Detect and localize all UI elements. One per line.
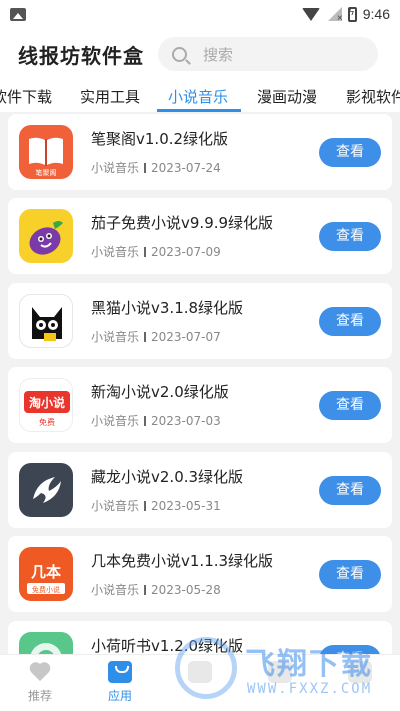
status-time: 9:46 bbox=[362, 6, 390, 22]
tab-comics-anime[interactable]: 漫画动漫 bbox=[257, 86, 317, 107]
app-meta: 小说音乐 2023-05-31 bbox=[91, 497, 221, 514]
eggplant-icon bbox=[19, 209, 73, 263]
nav-label: 推荐 bbox=[27, 689, 52, 703]
search-input[interactable]: 搜索 bbox=[158, 37, 378, 71]
app-name: 黑猫小说v3.1.8绿化版 bbox=[91, 299, 244, 317]
taoshuo-icon-sublabel: 免费 bbox=[39, 417, 55, 427]
app-category: 小说音乐 bbox=[91, 245, 140, 259]
view-button[interactable]: 查看 bbox=[319, 138, 381, 167]
view-button[interactable]: 查看 bbox=[319, 222, 381, 251]
nav-label: 应用 bbox=[107, 689, 132, 703]
view-button[interactable]: 查看 bbox=[319, 476, 381, 505]
app-date: 2023-07-24 bbox=[151, 160, 221, 175]
search-placeholder: 搜索 bbox=[203, 45, 234, 64]
app-date: 2023-07-09 bbox=[151, 244, 221, 259]
taoshuo-icon: 淘小说 免费 bbox=[19, 378, 73, 432]
view-button[interactable]: 查看 bbox=[319, 391, 381, 420]
nav-recommend[interactable]: 推荐 bbox=[10, 661, 70, 704]
app-name: 几本免费小说v1.1.3绿化版 bbox=[91, 552, 274, 570]
watermark-logo bbox=[175, 637, 237, 699]
bag-icon bbox=[108, 661, 132, 683]
app-meta: 小说音乐 2023-07-24 bbox=[91, 159, 221, 176]
app-header: 线报坊软件盒 搜索 bbox=[0, 28, 400, 80]
app-category: 小说音乐 bbox=[91, 583, 140, 597]
app-date: 2023-07-07 bbox=[151, 329, 221, 344]
app-meta: 小说音乐 2023-07-07 bbox=[91, 328, 221, 345]
app-title: 线报坊软件盒 bbox=[18, 43, 144, 68]
app-meta: 小说音乐 2023-07-03 bbox=[91, 412, 221, 429]
app-meta: 小说音乐 2023-07-09 bbox=[91, 243, 221, 260]
status-icons: 9:46 bbox=[301, 6, 390, 24]
jiben-icon: 几本 免费小说 bbox=[19, 547, 73, 601]
app-name: 茄子免费小说v9.9.9绿化版 bbox=[91, 214, 274, 232]
heart-icon bbox=[28, 661, 52, 683]
app-list-item[interactable]: 茄子免费小说v9.9.9绿化版 小说音乐 2023-07-09 查看 bbox=[8, 198, 392, 274]
app-list-item[interactable]: 黑猫小说v3.1.8绿化版 小说音乐 2023-07-07 查看 bbox=[8, 283, 392, 359]
watermark: 飞翔下载 WWW.FXXZ.COM bbox=[175, 625, 395, 711]
taoshuo-icon-label: 淘小说 bbox=[29, 395, 65, 410]
active-tab-indicator bbox=[157, 109, 241, 112]
status-bar: 9:46 bbox=[0, 0, 400, 28]
app-date: 2023-05-28 bbox=[151, 582, 221, 597]
app-category: 小说音乐 bbox=[91, 330, 140, 344]
canglong-icon bbox=[19, 463, 73, 517]
tab-utilities[interactable]: 实用工具 bbox=[80, 86, 140, 107]
watermark-url: WWW.FXXZ.COM bbox=[247, 681, 373, 697]
app-category: 小说音乐 bbox=[91, 499, 140, 513]
wifi-icon bbox=[301, 7, 320, 21]
app-date: 2023-05-31 bbox=[151, 498, 221, 513]
tab-film-tv-software[interactable]: 影视软件 bbox=[346, 86, 400, 107]
battery-charging-icon bbox=[347, 6, 357, 22]
app-list-item[interactable]: 笔聚阁 笔聚阁v1.0.2绿化版 小说音乐 2023-07-24 查看 bbox=[8, 114, 392, 190]
view-button[interactable]: 查看 bbox=[319, 307, 381, 336]
app-name: 新淘小说v2.0绿化版 bbox=[91, 383, 229, 401]
category-tabs: 软件下载 实用工具 小说音乐 漫画动漫 影视软件 bbox=[0, 80, 400, 112]
jiben-icon-label: 几本 bbox=[31, 563, 61, 581]
app-list-item[interactable]: 淘小说 免费 新淘小说v2.0绿化版 小说音乐 2023-07-03 查看 bbox=[8, 367, 392, 443]
book-icon: 笔聚阁 bbox=[19, 125, 73, 179]
app-category: 小说音乐 bbox=[91, 161, 140, 175]
app-list-item[interactable]: 藏龙小说v2.0.3绿化版 小说音乐 2023-05-31 查看 bbox=[8, 452, 392, 528]
tab-software-download[interactable]: 软件下载 bbox=[0, 86, 52, 107]
app-date: 2023-07-03 bbox=[151, 413, 221, 428]
black-cat-icon bbox=[19, 294, 73, 348]
app-name: 藏龙小说v2.0.3绿化版 bbox=[91, 468, 244, 486]
tab-novel-music[interactable]: 小说音乐 bbox=[168, 86, 228, 107]
gallery-notification-icon bbox=[10, 7, 26, 21]
app-name: 笔聚阁v1.0.2绿化版 bbox=[91, 130, 229, 148]
jiben-icon-sublabel: 免费小说 bbox=[32, 585, 60, 594]
view-button[interactable]: 查看 bbox=[319, 560, 381, 589]
no-signal-icon bbox=[326, 7, 343, 24]
nav-apps[interactable]: 应用 bbox=[90, 661, 150, 704]
book-icon-label: 笔聚阁 bbox=[36, 168, 57, 177]
app-meta: 小说音乐 2023-05-28 bbox=[91, 581, 221, 598]
app-list-item[interactable]: 几本 免费小说 几本免费小说v1.1.3绿化版 小说音乐 2023-05-28 查… bbox=[8, 536, 392, 612]
app-category: 小说音乐 bbox=[91, 414, 140, 428]
search-icon bbox=[172, 46, 187, 62]
watermark-title: 飞翔下载 bbox=[245, 647, 373, 682]
